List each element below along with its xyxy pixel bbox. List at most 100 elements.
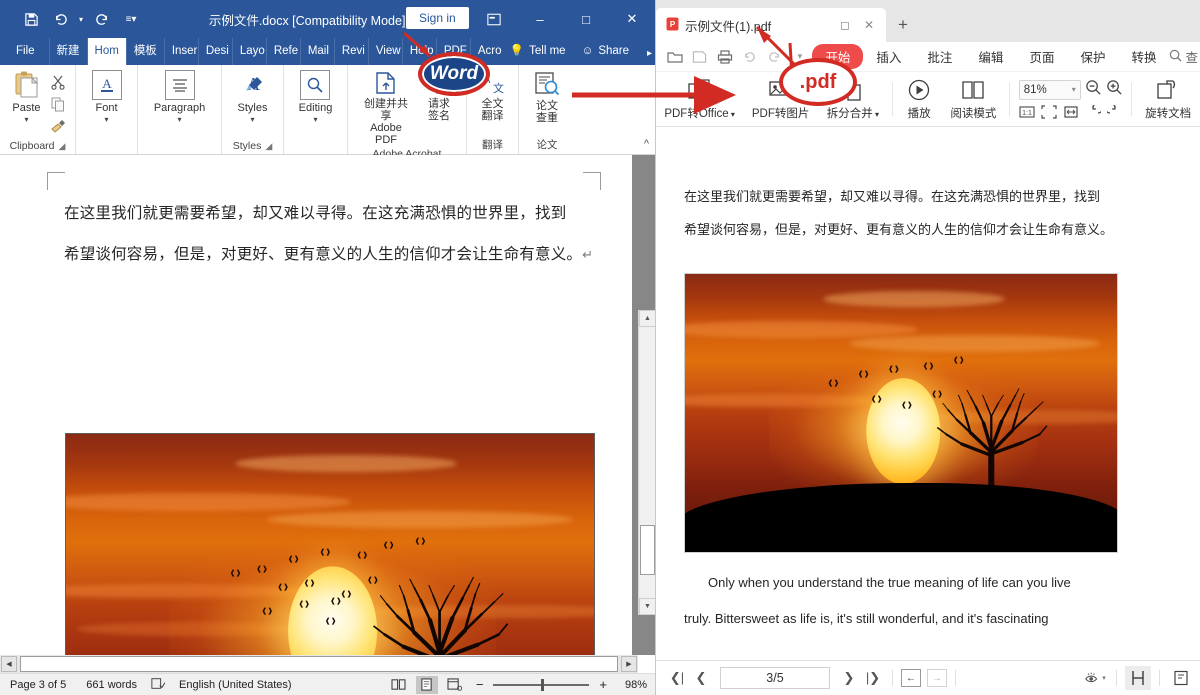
page-number-input[interactable]: 3/5: [720, 667, 830, 689]
zoom-out-icon[interactable]: [1085, 79, 1102, 101]
cut-icon[interactable]: [47, 72, 69, 92]
pdf-document-tab[interactable]: P 示例文件(1).pdf ◻ ✕: [656, 8, 886, 42]
redo-icon[interactable]: [762, 44, 787, 70]
zoom-out-button[interactable]: −: [472, 677, 488, 692]
scroll-right-arrow-icon[interactable]: ▶: [621, 656, 637, 672]
styles-dialog-launcher-icon[interactable]: ◢: [265, 141, 272, 152]
previous-view-icon[interactable]: ←: [901, 669, 921, 687]
new-tab-plus-icon[interactable]: +: [886, 8, 920, 42]
undo-icon[interactable]: [737, 44, 762, 70]
rotate-left-icon[interactable]: [1084, 105, 1101, 120]
last-page-icon[interactable]: |❯: [862, 667, 884, 689]
first-page-icon[interactable]: ❮|: [666, 667, 688, 689]
close-tab-icon[interactable]: ✕: [860, 16, 878, 34]
paragraph-chevron-down-icon[interactable]: ▾: [177, 116, 181, 124]
styles-button[interactable]: A Styles ▾: [232, 68, 274, 126]
save-icon[interactable]: [18, 7, 44, 31]
pdf-to-office-button[interactable]: PDF转Office ▾: [656, 73, 743, 125]
actual-size-icon[interactable]: 1:1: [1018, 105, 1035, 120]
word-vertical-scrollbar[interactable]: ▲ ▼: [638, 310, 655, 615]
menu-item-page[interactable]: 页面: [1016, 44, 1067, 69]
customize-qat-icon[interactable]: ≡▾: [118, 7, 144, 31]
read-mode-icon[interactable]: [388, 676, 410, 694]
open-folder-icon[interactable]: [662, 44, 687, 70]
pdf-document-area[interactable]: 在这里我们就更需要希望，却又难以寻得。在这充满恐惧的世界里，找到 希望谈何容易，…: [656, 128, 1200, 660]
tab-home[interactable]: Hom: [87, 38, 126, 65]
rotate-document-button[interactable]: 旋转文档: [1136, 73, 1200, 125]
eye-protection-icon[interactable]: ▾: [1082, 666, 1108, 690]
editing-button[interactable]: Editing ▾: [293, 68, 339, 126]
maximize-button[interactable]: □: [563, 0, 609, 38]
menu-item-convert[interactable]: 转换: [1118, 44, 1169, 69]
play-button[interactable]: 播放: [897, 73, 942, 125]
word-sunset-image[interactable]: ❰❱ ❰❱ ❰❱ ❰❱ ❰❱ ❰❱ ❰❱ ❰❱ ❰❱ ❰❱ ❰❱ ❰❱ ❰❱ ❰…: [65, 433, 595, 655]
continuous-layout-icon[interactable]: [1168, 666, 1194, 690]
tab-layout[interactable]: Layo: [232, 38, 266, 65]
vertical-scroll-thumb[interactable]: [640, 525, 655, 575]
menu-item-protect[interactable]: 保护: [1067, 44, 1118, 69]
redo-icon[interactable]: [89, 7, 115, 31]
scroll-up-arrow-icon[interactable]: ▲: [639, 310, 655, 327]
close-button[interactable]: ✕: [609, 0, 655, 38]
save-icon[interactable]: [687, 44, 712, 70]
styles-chevron-down-icon[interactable]: ▾: [250, 116, 254, 124]
menu-item-edit[interactable]: 编辑: [965, 44, 1016, 69]
paper-check-button[interactable]: 论文 查重: [527, 68, 567, 126]
proofing-errors-icon[interactable]: [147, 677, 169, 693]
menu-item-insert[interactable]: 插入: [863, 44, 914, 69]
pdf-page[interactable]: 在这里我们就更需要希望，却又难以寻得。在这充满恐惧的世界里，找到 希望谈何容易，…: [656, 128, 1200, 660]
undo-dropdown-icon[interactable]: ▾: [76, 7, 86, 31]
ribbon-overflow-chevron-icon[interactable]: ▸: [647, 48, 652, 59]
paragraph-button[interactable]: Paragraph ▾: [148, 68, 211, 126]
tab-insert[interactable]: Inser: [164, 38, 198, 65]
tab-file[interactable]: File: [0, 38, 49, 65]
clipboard-dialog-launcher-icon[interactable]: ◢: [59, 141, 66, 152]
paste-button[interactable]: Paste ▾: [7, 68, 47, 126]
search-box[interactable]: 查: [1169, 47, 1200, 66]
format-painter-icon[interactable]: [47, 116, 69, 136]
fit-width-icon[interactable]: [1062, 105, 1079, 120]
zoom-in-button[interactable]: +: [595, 677, 611, 692]
next-view-icon[interactable]: →: [927, 669, 947, 687]
font-chevron-down-icon[interactable]: ▾: [104, 116, 108, 124]
tab-references[interactable]: Refe: [266, 38, 300, 65]
chevron-down-icon[interactable]: ▾: [1072, 85, 1076, 94]
scroll-down-arrow-icon[interactable]: ▼: [639, 598, 655, 615]
scroll-left-arrow-icon[interactable]: ◀: [1, 656, 17, 672]
tab-design[interactable]: Desi: [198, 38, 232, 65]
word-document-area[interactable]: 在这里我们就更需要希望，却又难以寻得。在这充满恐惧的世界里，找到 希望谈何容易，…: [0, 155, 655, 655]
fit-page-icon[interactable]: [1040, 105, 1057, 120]
zoom-slider-knob[interactable]: [541, 679, 544, 691]
next-page-icon[interactable]: ❯: [838, 667, 860, 689]
minimize-button[interactable]: –: [517, 0, 563, 38]
restore-window-icon[interactable]: ◻: [836, 16, 854, 34]
paste-chevron-down-icon[interactable]: ▾: [24, 116, 28, 124]
word-count[interactable]: 661 words: [76, 679, 147, 691]
create-share-pdf-button[interactable]: 创建并共享 Adobe PDF: [354, 68, 418, 148]
zoom-level-label[interactable]: 98%: [617, 679, 647, 691]
language-indicator[interactable]: English (United States): [169, 679, 302, 691]
page-indicator[interactable]: Page 3 of 5: [0, 679, 76, 691]
tab-moban[interactable]: 模板: [126, 38, 164, 65]
font-button[interactable]: A Font ▾: [86, 68, 128, 126]
print-icon[interactable]: [712, 44, 737, 70]
pdf-sunset-image[interactable]: ❰❱ ❰❱ ❰❱ ❰❱ ❰❱ ❰❱ ❰❱ ❰❱: [684, 273, 1118, 553]
print-layout-icon[interactable]: [416, 676, 438, 694]
split-merge-chevron-icon[interactable]: ▾: [873, 110, 879, 119]
prev-page-icon[interactable]: ❮: [690, 667, 712, 689]
tab-view[interactable]: View: [368, 38, 402, 65]
undo-icon[interactable]: [47, 7, 73, 31]
zoom-in-icon[interactable]: [1106, 79, 1123, 101]
zoom-level-select[interactable]: 81% ▾: [1019, 80, 1081, 100]
share-button[interactable]: ☺ Share: [572, 38, 636, 65]
tab-mailings[interactable]: Mail: [300, 38, 334, 65]
tab-review[interactable]: Revi: [334, 38, 368, 65]
collapse-ribbon-icon[interactable]: ^: [644, 138, 649, 150]
word-page[interactable]: 在这里我们就更需要希望，却又难以寻得。在这充满恐惧的世界里，找到 希望谈何容易，…: [0, 155, 632, 655]
word-paragraph[interactable]: 在这里我们就更需要希望，却又难以寻得。在这充满恐惧的世界里，找到 希望谈何容易，…: [64, 193, 594, 275]
horizontal-scroll-thumb[interactable]: [20, 656, 618, 672]
single-page-layout-icon[interactable]: [1125, 666, 1151, 690]
editing-chevron-down-icon[interactable]: ▾: [313, 116, 317, 124]
eye-protection-chevron-icon[interactable]: ▾: [1102, 674, 1106, 682]
tab-xinjian[interactable]: 新建: [49, 38, 87, 65]
